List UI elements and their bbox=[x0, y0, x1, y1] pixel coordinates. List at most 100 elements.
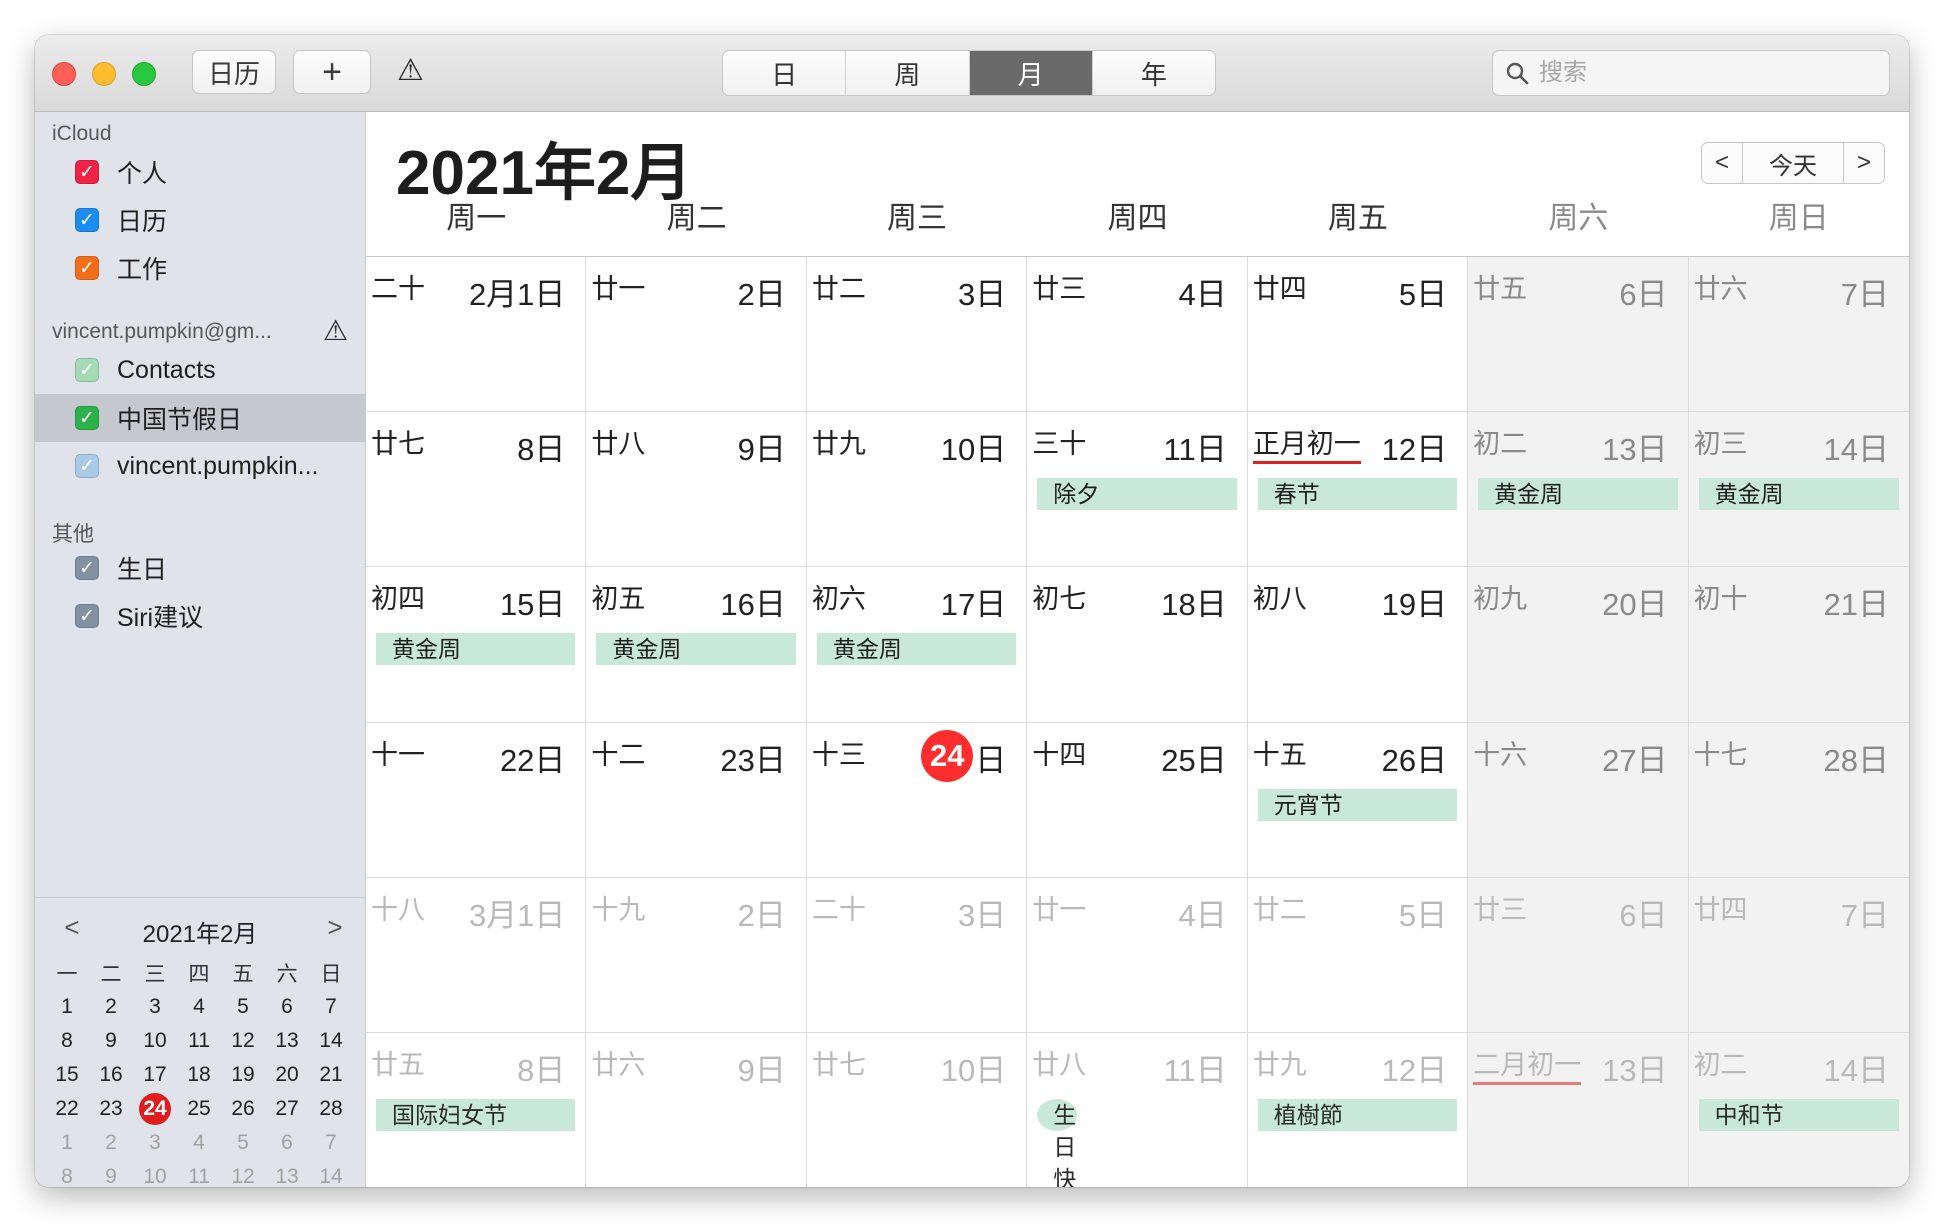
close-button[interactable] bbox=[52, 62, 76, 86]
mini-day[interactable]: 3 bbox=[133, 990, 177, 1024]
mini-day[interactable]: 7 bbox=[309, 990, 353, 1024]
day-cell[interactable]: 廿六 9日 bbox=[586, 1032, 807, 1187]
day-cell[interactable]: 廿七 8日 bbox=[366, 412, 587, 568]
mini-day[interactable]: 23 bbox=[89, 1092, 133, 1126]
day-cell[interactable]: 初四 15日 黄金周 bbox=[366, 567, 587, 723]
sidebar-calendar-item[interactable]: ✓ 中国节假日 bbox=[35, 394, 365, 442]
mini-day[interactable]: 8 bbox=[45, 1024, 89, 1058]
day-cell[interactable]: 初九 20日 bbox=[1468, 567, 1689, 723]
mini-day[interactable]: 22 bbox=[45, 1092, 89, 1126]
day-cell[interactable]: 廿一 4日 bbox=[1027, 877, 1248, 1033]
mini-day[interactable]: 28 bbox=[309, 1092, 353, 1126]
sidebar-calendar-item[interactable]: ✓ vincent.pumpkin... bbox=[35, 442, 365, 490]
mini-day[interactable]: 16 bbox=[89, 1058, 133, 1092]
day-cell[interactable]: 十五 26日 元宵节 bbox=[1247, 722, 1469, 878]
sidebar-calendar-item[interactable]: ✓ 工作 bbox=[35, 244, 365, 292]
day-cell[interactable]: 初八 19日 bbox=[1247, 567, 1469, 723]
day-cell[interactable]: 廿二 3日 bbox=[806, 257, 1028, 413]
day-cell[interactable]: 廿七 10日 bbox=[806, 1032, 1028, 1187]
tab-year[interactable]: 年 bbox=[1093, 51, 1215, 95]
mini-day[interactable]: 4 bbox=[177, 1126, 221, 1160]
mini-day[interactable]: 15 bbox=[45, 1058, 89, 1092]
day-cell[interactable]: 二十 2月1日 bbox=[366, 257, 587, 413]
today-button[interactable]: 今天 bbox=[1743, 143, 1844, 183]
mini-day[interactable]: 14 bbox=[309, 1160, 353, 1187]
day-cell[interactable]: 廿四 7日 bbox=[1688, 877, 1909, 1033]
mini-day[interactable]: 3 bbox=[133, 1126, 177, 1160]
mini-day[interactable]: 25 bbox=[177, 1092, 221, 1126]
prev-month-button[interactable]: < bbox=[1702, 143, 1743, 183]
account-warning-icon[interactable]: ⚠ bbox=[323, 314, 348, 347]
day-cell[interactable]: 廿八 9日 bbox=[586, 412, 807, 568]
mini-day[interactable]: 12 bbox=[221, 1024, 265, 1058]
day-cell[interactable]: 廿四 5日 bbox=[1247, 257, 1469, 413]
day-cell[interactable]: 十九 2日 bbox=[586, 877, 807, 1033]
day-cell[interactable]: 十三 24 日 bbox=[806, 722, 1028, 878]
day-cell[interactable]: 十四 25日 bbox=[1027, 722, 1248, 878]
mini-day[interactable]: 1 bbox=[45, 990, 89, 1024]
mini-day[interactable]: 1 bbox=[45, 1126, 89, 1160]
day-cell[interactable]: 廿六 7日 bbox=[1688, 257, 1909, 413]
calendar-checkbox[interactable]: ✓ bbox=[75, 556, 99, 580]
mini-day[interactable]: 2 bbox=[89, 1126, 133, 1160]
mini-day[interactable]: 11 bbox=[177, 1160, 221, 1187]
mini-day[interactable]: 21 bbox=[309, 1058, 353, 1092]
warning-icon[interactable]: ⚠ bbox=[397, 53, 424, 88]
calendar-checkbox[interactable]: ✓ bbox=[75, 256, 99, 280]
day-cell[interactable]: 十二 23日 bbox=[586, 722, 807, 878]
mini-day[interactable]: 27 bbox=[265, 1092, 309, 1126]
mini-day[interactable]: 9 bbox=[89, 1024, 133, 1058]
tab-day[interactable]: 日 bbox=[723, 51, 847, 95]
calendar-event[interactable]: 黄金周 bbox=[596, 633, 796, 666]
mini-day[interactable]: 18 bbox=[177, 1058, 221, 1092]
sidebar-calendar-item[interactable]: ✓ 个人 bbox=[35, 148, 365, 196]
day-cell[interactable]: 初七 18日 bbox=[1027, 567, 1248, 723]
day-cell[interactable]: 三十 11日 除夕 bbox=[1027, 412, 1248, 568]
calendar-checkbox[interactable]: ✓ bbox=[75, 406, 99, 430]
day-cell[interactable]: 初五 16日 黄金周 bbox=[586, 567, 807, 723]
mini-day[interactable]: 5 bbox=[221, 990, 265, 1024]
mini-day[interactable]: 6 bbox=[265, 990, 309, 1024]
mini-day[interactable]: 24 bbox=[133, 1092, 177, 1126]
tab-week[interactable]: 周 bbox=[846, 51, 970, 95]
minimize-button[interactable] bbox=[92, 62, 116, 86]
mini-day[interactable]: 17 bbox=[133, 1058, 177, 1092]
day-cell[interactable]: 廿五 8日 国际妇女节 bbox=[366, 1032, 587, 1187]
calendar-event[interactable]: 植樹節 bbox=[1257, 1098, 1458, 1131]
day-cell[interactable]: 十七 28日 bbox=[1688, 722, 1909, 878]
mini-day[interactable]: 9 bbox=[89, 1160, 133, 1187]
mini-day[interactable]: 10 bbox=[133, 1024, 177, 1058]
next-month-button[interactable]: > bbox=[1844, 143, 1884, 183]
mini-next-month-button[interactable]: > bbox=[320, 912, 350, 943]
calendar-event[interactable]: 生日快乐! bbox=[1037, 1098, 1078, 1187]
mini-day[interactable]: 2 bbox=[89, 990, 133, 1024]
sidebar-calendar-item[interactable]: ✓ Contacts bbox=[35, 346, 365, 394]
search-field[interactable] bbox=[1492, 50, 1890, 96]
zoom-button[interactable] bbox=[132, 62, 156, 86]
day-cell[interactable]: 十八 3月1日 bbox=[366, 877, 587, 1033]
day-cell[interactable]: 廿一 2日 bbox=[586, 257, 807, 413]
sidebar-calendar-item[interactable]: ✓ 日历 bbox=[35, 196, 365, 244]
day-cell[interactable]: 廿九 10日 bbox=[806, 412, 1028, 568]
day-cell[interactable]: 初十 21日 bbox=[1688, 567, 1909, 723]
day-cell[interactable]: 二十 3日 bbox=[806, 877, 1028, 1033]
mini-day[interactable]: 5 bbox=[221, 1126, 265, 1160]
day-cell[interactable]: 廿五 6日 bbox=[1468, 257, 1689, 413]
sidebar-calendar-item[interactable]: ✓ 生日 bbox=[35, 544, 365, 592]
calendar-event[interactable]: 元宵节 bbox=[1257, 788, 1458, 821]
mini-day[interactable]: 8 bbox=[45, 1160, 89, 1187]
mini-day[interactable]: 10 bbox=[133, 1160, 177, 1187]
mini-day[interactable]: 14 bbox=[309, 1024, 353, 1058]
calendar-event[interactable]: 黄金周 bbox=[1698, 478, 1899, 511]
calendar-event[interactable]: 国际妇女节 bbox=[376, 1098, 576, 1131]
day-cell[interactable]: 二月初一 13日 bbox=[1468, 1032, 1689, 1187]
day-cell[interactable]: 初六 17日 黄金周 bbox=[806, 567, 1028, 723]
calendar-event[interactable]: 黄金周 bbox=[376, 633, 576, 666]
calendar-checkbox[interactable]: ✓ bbox=[75, 454, 99, 478]
day-cell[interactable]: 廿三 4日 bbox=[1027, 257, 1248, 413]
mini-day[interactable]: 20 bbox=[265, 1058, 309, 1092]
mini-day[interactable]: 4 bbox=[177, 990, 221, 1024]
calendars-button[interactable]: 日历 bbox=[192, 50, 276, 94]
day-cell[interactable]: 廿八 11日生日快乐! bbox=[1027, 1032, 1248, 1187]
mini-day[interactable]: 13 bbox=[265, 1160, 309, 1187]
